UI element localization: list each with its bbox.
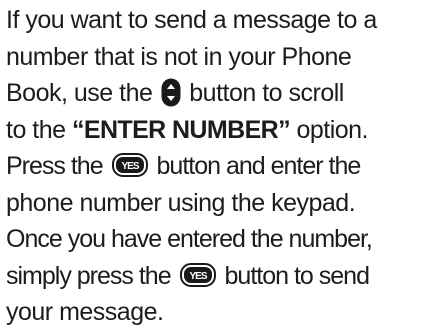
scroll-key-icon	[161, 78, 181, 107]
text-line-3: Book, use the button to scroll	[6, 75, 420, 112]
text-segment: button to send	[218, 261, 370, 290]
instruction-paragraph: If you want to send a message to a numbe…	[6, 0, 420, 331]
text-line-7: Once you have entered the number,	[6, 225, 373, 253]
text-segment: Book, use the	[6, 79, 159, 107]
text-segment: button to scroll	[182, 79, 344, 107]
text-line-5: Press the YES button and enter the	[6, 148, 420, 185]
text-line-6: phone number using the keypad.	[6, 188, 356, 217]
text-line-9: your message.	[6, 298, 164, 326]
text-line-2: number that is not in your Phone	[6, 42, 352, 71]
text-line-1: If you want to send a message to a	[6, 6, 377, 34]
yes-key-icon: YES	[179, 262, 216, 287]
text-segment: Press the	[6, 152, 109, 180]
text-line-4: to the “ENTER NUMBER” option.	[6, 112, 420, 149]
enter-number-option: “ENTER NUMBER”	[72, 115, 291, 144]
yes-key-icon: YES	[111, 153, 148, 177]
text-segment: option.	[290, 115, 369, 144]
text-segment: to the	[6, 115, 72, 144]
text-segment: button and enter the	[150, 152, 362, 180]
yes-key-label: YES	[121, 161, 139, 172]
text-segment: simply press the	[6, 261, 177, 290]
text-line-8: simply press the YES button to send	[6, 258, 420, 295]
yes-key-label: YES	[189, 271, 207, 282]
